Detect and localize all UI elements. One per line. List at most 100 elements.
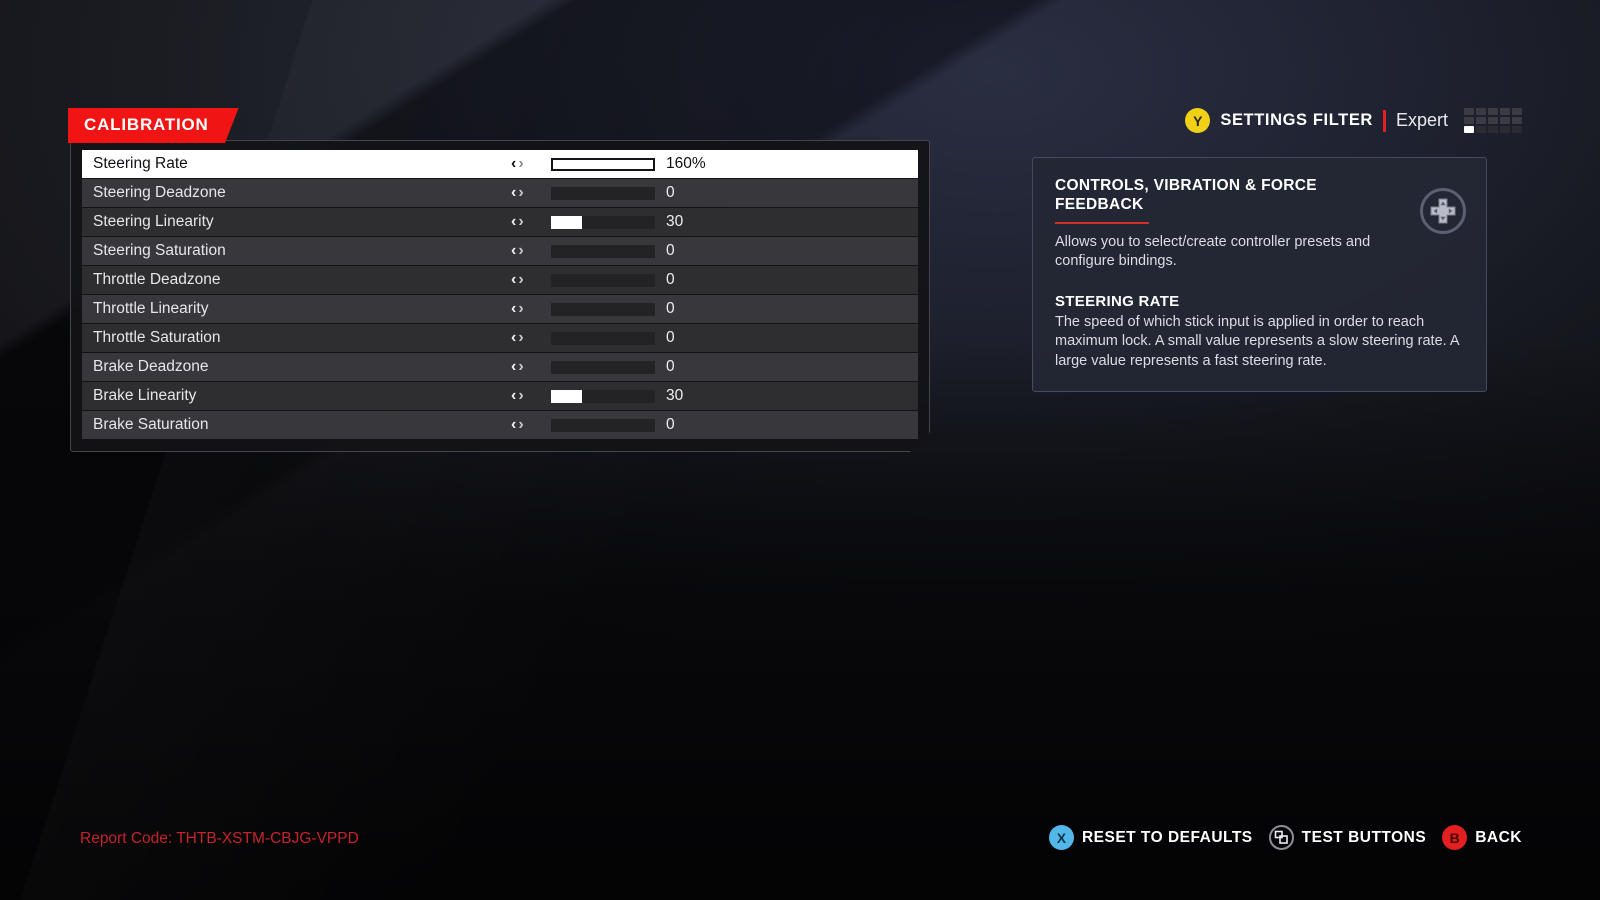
setting-stepper[interactable]: ‹ › — [511, 214, 545, 230]
setting-label: Steering Saturation — [93, 242, 226, 259]
setting-label: Brake Linearity — [93, 387, 197, 404]
setting-stepper[interactable]: ‹ › — [511, 359, 545, 375]
filter-level-cell[interactable] — [1488, 126, 1498, 133]
filter-level-cell[interactable] — [1476, 126, 1486, 133]
setting-row[interactable]: Brake Saturation ‹ › 0 — [82, 411, 918, 439]
setting-row[interactable]: Steering Saturation ‹ › 0 — [82, 237, 918, 265]
setting-row[interactable]: Steering Deadzone ‹ › 0 — [82, 179, 918, 207]
bottom-prompt[interactable]: TEST BUTTONS — [1268, 825, 1427, 850]
slider-fill — [551, 390, 582, 403]
setting-label: Throttle Saturation — [93, 329, 221, 346]
filter-level-cell[interactable] — [1476, 117, 1486, 124]
chevron-right-icon[interactable]: › — [518, 388, 523, 404]
setting-row[interactable]: Throttle Linearity ‹ › 0 — [82, 295, 918, 323]
info-panel-text: Allows you to select/create controller p… — [1055, 233, 1371, 269]
setting-slider[interactable] — [551, 361, 655, 374]
chevron-right-icon[interactable]: › — [518, 417, 523, 433]
info-panel: CONTROLS, VIBRATION & FORCE FEEDBACK All… — [1032, 157, 1487, 392]
filter-level-cell[interactable] — [1512, 117, 1522, 124]
setting-value: 0 — [666, 329, 675, 346]
settings-rows: Steering Rate ‹ › 160% Steering Deadzone ‹ › 0 S… — [82, 150, 918, 439]
chevron-right-icon[interactable]: › — [518, 185, 523, 201]
setting-stepper[interactable]: ‹ › — [511, 243, 545, 259]
setting-label: Brake Deadzone — [93, 358, 209, 375]
setting-label: Brake Saturation — [93, 416, 209, 433]
setting-stepper[interactable]: ‹ › — [511, 417, 545, 433]
setting-value: 30 — [666, 387, 684, 404]
setting-slider[interactable] — [551, 419, 655, 432]
setting-stepper[interactable]: ‹ › — [511, 272, 545, 288]
setting-row[interactable]: Steering Linearity ‹ › 30 — [82, 208, 918, 236]
setting-value: 160% — [666, 155, 706, 172]
bottom-prompt-label: TEST BUTTONS — [1301, 828, 1427, 846]
setting-slider[interactable] — [551, 187, 655, 200]
b-button-icon: B — [1442, 825, 1468, 850]
chevron-right-icon[interactable]: › — [518, 301, 523, 317]
dpad-icon — [1420, 188, 1466, 234]
chevron-right-icon[interactable]: › — [518, 359, 523, 375]
setting-stepper[interactable]: ‹ › — [511, 185, 545, 201]
chevron-left-icon[interactable]: ‹ — [511, 185, 516, 201]
chevron-left-icon[interactable]: ‹ — [511, 330, 516, 346]
setting-row[interactable]: Steering Rate ‹ › 160% — [82, 150, 918, 178]
chevron-left-icon[interactable]: ‹ — [511, 272, 516, 288]
setting-slider[interactable] — [551, 274, 655, 287]
chevron-left-icon[interactable]: ‹ — [511, 417, 516, 433]
setting-value: 0 — [666, 271, 675, 288]
filter-level-cell[interactable] — [1464, 117, 1474, 124]
chevron-right-icon[interactable]: › — [518, 243, 523, 259]
setting-slider[interactable] — [551, 216, 655, 229]
setting-slider[interactable] — [551, 332, 655, 345]
setting-slider[interactable] — [551, 390, 655, 403]
view-button-icon — [1268, 825, 1294, 850]
bottom-prompt[interactable]: B BACK — [1442, 825, 1522, 850]
setting-row[interactable]: Throttle Deadzone ‹ › 0 — [82, 266, 918, 294]
setting-value: 0 — [666, 242, 675, 259]
bottom-prompt-bar: X RESET TO DEFAULTS TEST BUTTONS B BACK — [1048, 825, 1522, 850]
filter-level-cell[interactable] — [1464, 108, 1474, 115]
setting-slider[interactable] — [551, 158, 655, 171]
filter-level-cell[interactable] — [1500, 108, 1510, 115]
chevron-left-icon[interactable]: ‹ — [511, 243, 516, 259]
chevron-left-icon[interactable]: ‹ — [511, 388, 516, 404]
settings-filter[interactable]: Y SETTINGS FILTER Expert — [1185, 108, 1522, 133]
tab-bar: CALIBRATION — [68, 108, 239, 143]
filter-level-cell[interactable] — [1464, 126, 1474, 133]
filter-level-cell[interactable] — [1500, 117, 1510, 124]
setting-slider[interactable] — [551, 245, 655, 258]
filter-level-cell[interactable] — [1476, 108, 1486, 115]
slider-fill — [551, 216, 582, 229]
report-code: Report Code: THTB-XSTM-CBJG-VPPD — [80, 830, 359, 847]
setting-stepper[interactable]: ‹ › — [511, 330, 545, 346]
chevron-right-icon[interactable]: › — [518, 272, 523, 288]
x-button-icon: X — [1048, 825, 1074, 850]
filter-level-cell[interactable] — [1500, 126, 1510, 133]
setting-row[interactable]: Brake Linearity ‹ › 30 — [82, 382, 918, 410]
setting-row[interactable]: Brake Deadzone ‹ › 0 — [82, 353, 918, 381]
bottom-prompt-label: RESET TO DEFAULTS — [1081, 828, 1253, 846]
filter-level-cell[interactable] — [1512, 108, 1522, 115]
filter-level-cell[interactable] — [1512, 126, 1522, 133]
chevron-right-icon[interactable]: › — [518, 330, 523, 346]
setting-stepper[interactable]: ‹ › — [511, 156, 545, 172]
filter-level-cell[interactable] — [1488, 108, 1498, 115]
setting-stepper[interactable]: ‹ › — [511, 388, 545, 404]
chevron-left-icon[interactable]: ‹ — [511, 156, 516, 172]
setting-slider[interactable] — [551, 303, 655, 316]
chevron-left-icon[interactable]: ‹ — [511, 214, 516, 230]
setting-label: Steering Deadzone — [93, 184, 226, 201]
settings-filter-value: Expert — [1395, 110, 1448, 130]
chevron-right-icon[interactable]: › — [518, 156, 523, 172]
setting-label: Steering Linearity — [93, 213, 214, 230]
setting-label: Throttle Deadzone — [93, 271, 221, 288]
chevron-left-icon[interactable]: ‹ — [511, 301, 516, 317]
setting-stepper[interactable]: ‹ › — [511, 301, 545, 317]
setting-row[interactable]: Throttle Saturation ‹ › 0 — [82, 324, 918, 352]
filter-level-grid[interactable] — [1464, 108, 1522, 133]
tab-calibration[interactable]: CALIBRATION — [68, 108, 239, 143]
chevron-left-icon[interactable]: ‹ — [511, 359, 516, 375]
chevron-right-icon[interactable]: › — [518, 214, 523, 230]
filter-level-cell[interactable] — [1488, 117, 1498, 124]
bottom-prompt[interactable]: X RESET TO DEFAULTS — [1048, 825, 1253, 850]
settings-filter-label: SETTINGS FILTER — [1220, 111, 1373, 129]
